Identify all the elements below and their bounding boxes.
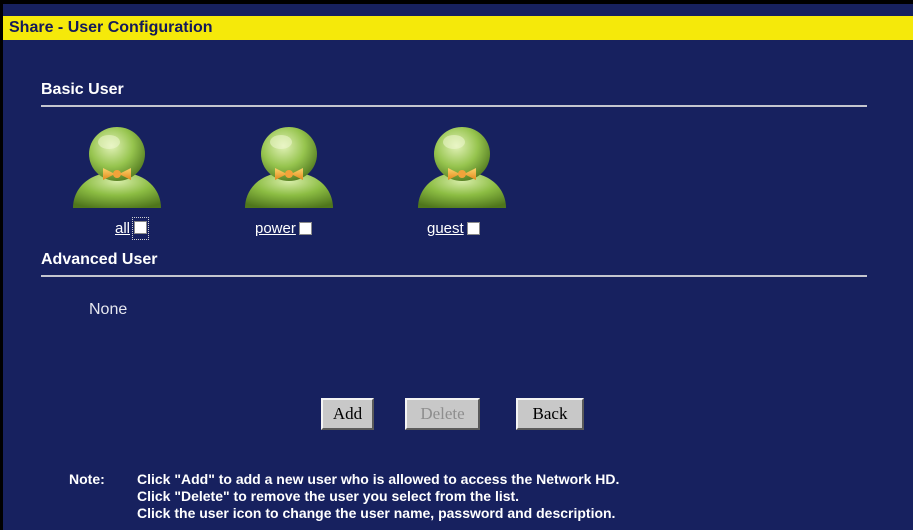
add-button[interactable]: Add	[321, 398, 374, 430]
advanced-user-empty-text: None	[89, 301, 128, 318]
note-label: Note:	[69, 471, 105, 487]
note-lines: Click "Add" to add a new user who is all…	[137, 471, 619, 522]
focus-ring	[132, 216, 150, 240]
user-item-all: all	[69, 124, 165, 244]
advanced-user-divider	[41, 275, 867, 277]
back-button[interactable]: Back	[516, 398, 584, 430]
user-configuration-window: Share - User Configuration Basic User al…	[0, 0, 913, 530]
basic-user-divider	[41, 105, 867, 107]
user-item-guest: guest	[414, 124, 510, 244]
user-icon[interactable]	[241, 124, 337, 212]
delete-button[interactable]: Delete	[405, 398, 480, 430]
note-line: Click "Add" to add a new user who is all…	[137, 471, 620, 487]
user-checkbox-power[interactable]	[298, 221, 312, 235]
user-checkbox-all[interactable]	[134, 220, 148, 234]
user-icon[interactable]	[414, 124, 510, 212]
user-icon[interactable]	[69, 124, 165, 212]
user-link-all[interactable]: all	[115, 220, 130, 237]
user-link-power[interactable]: power	[255, 220, 296, 237]
user-label-row: power	[255, 218, 312, 238]
user-label-row: guest	[427, 218, 480, 238]
user-link-guest[interactable]: guest	[427, 220, 464, 237]
basic-user-heading: Basic User	[41, 81, 124, 98]
advanced-user-heading: Advanced User	[41, 251, 158, 268]
user-checkbox-guest[interactable]	[466, 221, 480, 235]
user-item-power: power	[241, 124, 337, 244]
page-title: Share - User Configuration	[9, 19, 213, 36]
title-bar: Share - User Configuration	[3, 16, 913, 40]
user-label-row: all	[115, 216, 150, 240]
note-line: Click the user icon to change the user n…	[137, 505, 616, 521]
note-line: Click "Delete" to remove the user you se…	[137, 488, 520, 504]
